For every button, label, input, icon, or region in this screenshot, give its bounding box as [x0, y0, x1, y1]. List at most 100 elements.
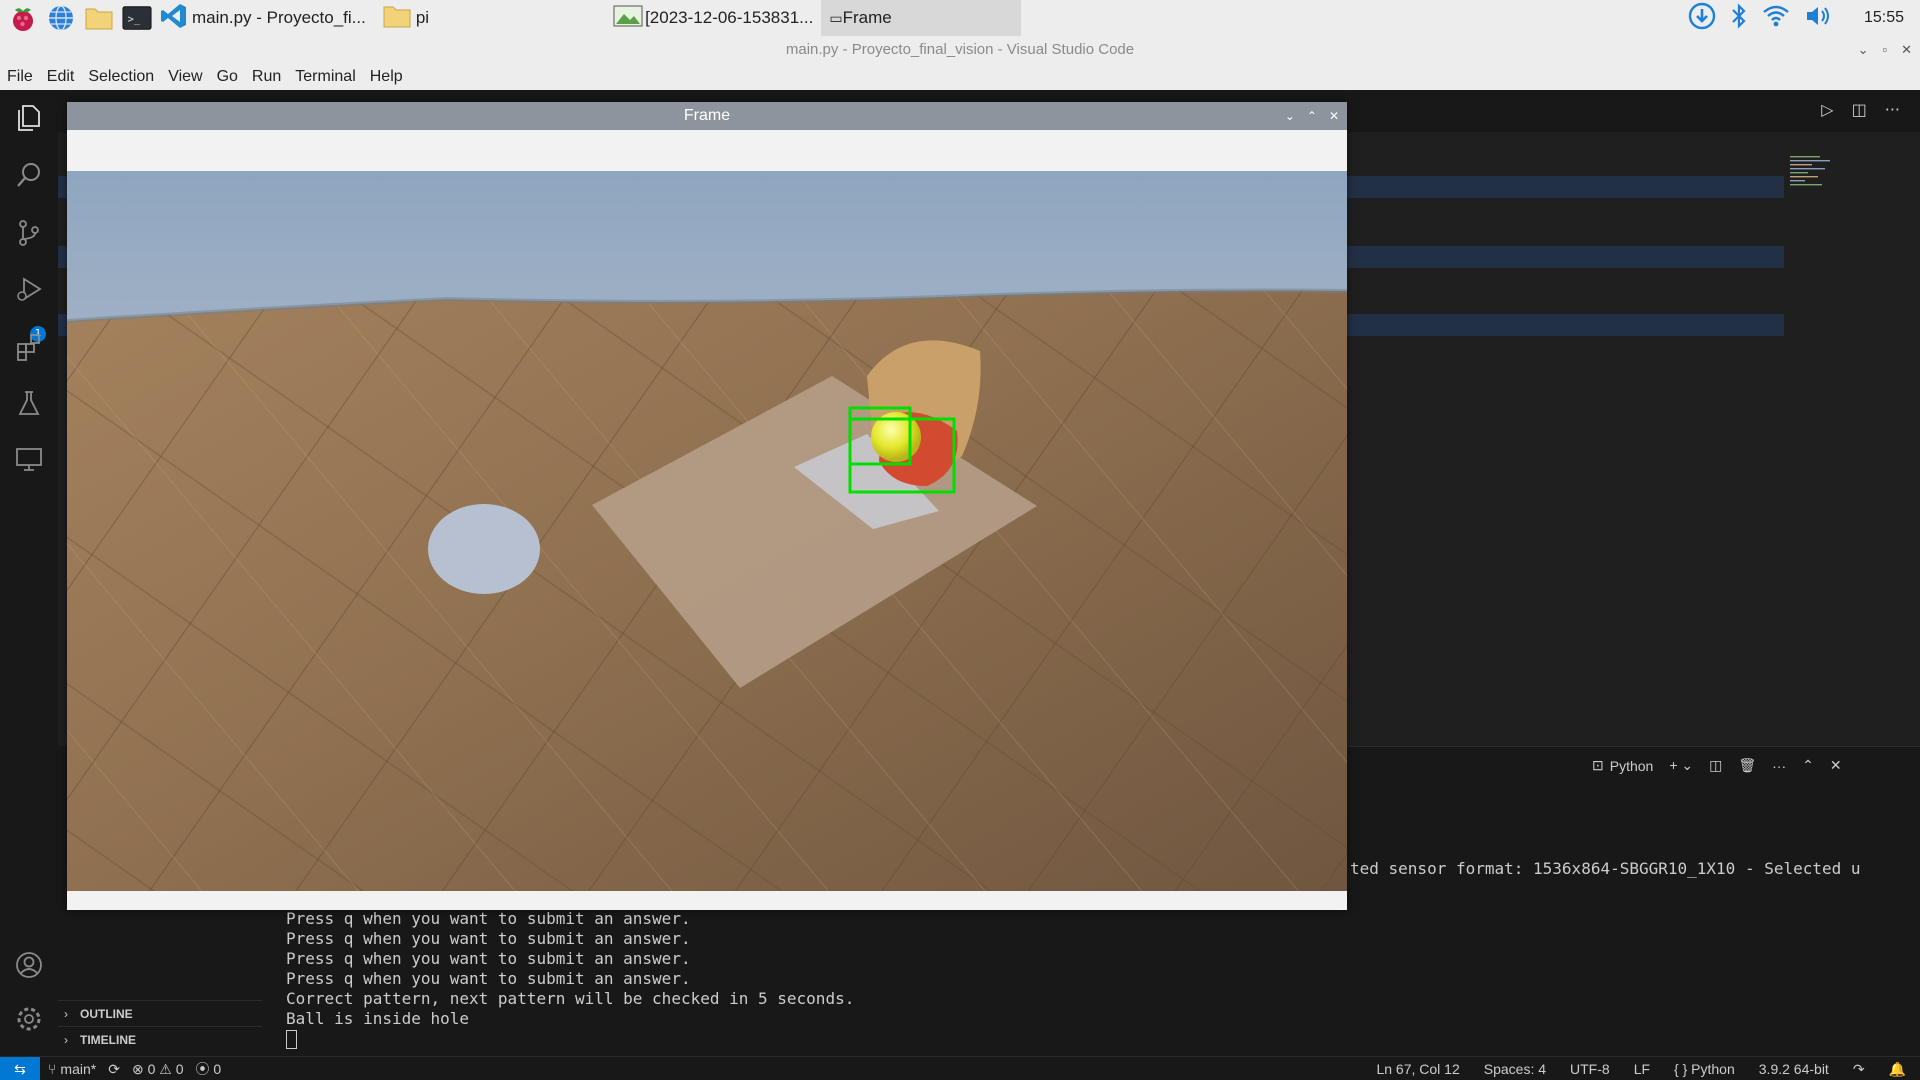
indentation[interactable]: Spaces: 4	[1484, 1061, 1546, 1077]
settings-gear-icon[interactable]	[14, 1004, 44, 1034]
menu-selection[interactable]: Selection	[81, 68, 161, 86]
terminal-line: Press q when you want to submit an answe…	[286, 909, 691, 928]
search-icon[interactable]	[14, 160, 44, 190]
taskbar: >_ main.py - Proyecto_fi... pi [2023-12-…	[0, 0, 1920, 36]
shell-label[interactable]: Python	[1610, 758, 1654, 774]
menu-go[interactable]: Go	[210, 68, 245, 86]
source-control-icon[interactable]	[14, 218, 44, 248]
errors-count: 0	[147, 1060, 156, 1077]
accounts-icon[interactable]	[14, 950, 44, 980]
browser-icon[interactable]	[46, 3, 76, 33]
braces-icon: { }	[1674, 1061, 1688, 1077]
task-folder[interactable]: pi	[374, 0, 437, 36]
minimap[interactable]	[1788, 154, 1898, 234]
terminal-line: Correct pattern, next pattern will be ch…	[286, 989, 855, 1008]
errors-indicator[interactable]: ⊗ 0 ⚠ 0	[132, 1061, 184, 1078]
terminal-line: Press q when you want to submit an answe…	[286, 929, 691, 948]
minimize-icon[interactable]: ⌄	[1858, 36, 1869, 64]
terminal-cursor	[286, 1030, 297, 1049]
terminal-shell-icon: ⊡	[1592, 757, 1604, 773]
task-image-viewer[interactable]: [2023-12-06-153831...	[605, 0, 821, 36]
split-editor-icon[interactable]: ◫	[1852, 100, 1867, 119]
warnings-count: 0	[175, 1060, 184, 1077]
task-frame[interactable]: ▭ Frame	[821, 0, 1022, 36]
terminal-line: Press q when you want to submit an answe…	[286, 969, 691, 988]
trash-icon[interactable]: 🗑	[1738, 757, 1756, 774]
wifi-icon[interactable]	[1762, 3, 1790, 34]
menu-file[interactable]: File	[0, 68, 40, 86]
task-label: main.py - Proyecto_fi...	[192, 8, 366, 27]
branch-name[interactable]: main*	[60, 1061, 96, 1077]
task-vscode[interactable]: main.py - Proyecto_fi...	[152, 0, 374, 36]
warning-icon: ⚠	[159, 1060, 172, 1077]
editor-scrollbar[interactable]	[1906, 154, 1920, 744]
run-debug-icon[interactable]	[14, 274, 44, 304]
menu-run[interactable]: Run	[245, 68, 288, 86]
system-tray: 15:55	[1688, 0, 1920, 36]
python-interpreter[interactable]: 3.9.2 64-bit	[1759, 1061, 1829, 1077]
split-terminal-icon[interactable]: ◫	[1709, 757, 1722, 774]
explorer-icon[interactable]	[14, 102, 44, 132]
task-label: [2023-12-06-153831...	[645, 8, 814, 27]
more-actions-icon[interactable]: ···	[1885, 100, 1900, 119]
menu-terminal[interactable]: Terminal	[288, 68, 362, 86]
minimize-icon[interactable]: ⌄	[1285, 102, 1295, 130]
language-mode[interactable]: { } Python	[1674, 1061, 1735, 1077]
menu-view[interactable]: View	[161, 68, 209, 86]
remote-explorer-icon[interactable]	[14, 444, 44, 474]
close-icon[interactable]: ✕	[1901, 36, 1912, 64]
timeline-label: TIMELINE	[80, 1033, 136, 1047]
notifications-bell-icon[interactable]: 🔔	[1889, 1061, 1906, 1078]
maximize-panel-icon[interactable]: ⌃	[1802, 757, 1814, 774]
window-icon: ▭	[829, 9, 843, 26]
terminal-output[interactable]: Press q when you want to submit an answe…	[286, 909, 854, 1049]
encoding[interactable]: UTF-8	[1570, 1061, 1610, 1077]
maximize-icon[interactable]: ▫	[1882, 36, 1887, 64]
feedback-icon[interactable]: ↷	[1853, 1061, 1865, 1078]
terminal-output-line: ted sensor format: 1536x864-SBGGR10_1X10…	[1350, 859, 1861, 878]
window-title: main.py - Proyecto_final_vision - Visual…	[785, 41, 1135, 58]
folder-icon	[382, 3, 412, 34]
frame-titlebar[interactable]: Frame ⌄ ⌃ ✕	[67, 102, 1347, 130]
task-label: pi	[415, 8, 430, 27]
run-icon[interactable]: ▷	[1821, 100, 1833, 119]
outline-section[interactable]: › OUTLINE	[58, 1000, 262, 1026]
cursor-position[interactable]: Ln 67, Col 12	[1376, 1061, 1459, 1077]
language-label: Python	[1691, 1061, 1735, 1077]
volume-icon[interactable]	[1804, 3, 1832, 34]
timeline-section[interactable]: › TIMELINE	[58, 1026, 262, 1052]
maximize-icon[interactable]: ⌃	[1307, 102, 1317, 130]
ports-count: 0	[213, 1061, 222, 1077]
frame-window: Frame ⌄ ⌃ ✕	[67, 102, 1347, 910]
chevron-right-icon: ›	[64, 1007, 68, 1021]
vscode-icon	[160, 2, 188, 35]
menu-edit[interactable]: Edit	[40, 68, 82, 86]
close-icon[interactable]: ✕	[1329, 102, 1339, 130]
close-panel-icon[interactable]: ✕	[1830, 757, 1842, 774]
line-ending[interactable]: LF	[1634, 1061, 1650, 1077]
menu-help[interactable]: Help	[363, 68, 410, 86]
task-label: Frame	[842, 8, 892, 27]
raspberry-menu-icon[interactable]	[8, 3, 38, 33]
activity-bar: 1	[0, 90, 58, 1056]
sync-icon[interactable]: ⟳	[108, 1061, 120, 1078]
update-icon[interactable]	[1688, 2, 1716, 35]
clock[interactable]: 15:55	[1864, 9, 1904, 27]
status-bar: ⇆ ⑂ main* ⟳ ⊗ 0 ⚠ 0 ⦿ 0 Ln 67, Col 12 Sp…	[0, 1056, 1920, 1080]
add-terminal-icon[interactable]: + ⌄	[1669, 757, 1693, 774]
frame-title: Frame	[683, 107, 731, 124]
svg-text:>_: >_	[128, 14, 141, 26]
testing-flask-icon[interactable]	[14, 388, 44, 418]
terminal-line: Ball is inside hole	[286, 1009, 470, 1028]
terminal-line: Press q when you want to submit an answe…	[286, 949, 691, 968]
broadcast-icon: ⦿	[195, 1061, 210, 1077]
camera-frame	[67, 171, 1347, 891]
extensions-icon[interactable]	[14, 332, 44, 362]
bluetooth-icon[interactable]	[1730, 2, 1748, 35]
ports-indicator[interactable]: ⦿ 0	[196, 1059, 222, 1079]
remote-indicator-icon[interactable]: ⇆	[0, 1057, 40, 1080]
error-icon: ⊗	[131, 1060, 144, 1077]
terminal-icon[interactable]: >_	[122, 3, 152, 33]
file-manager-icon[interactable]	[84, 3, 114, 33]
more-icon[interactable]: ···	[1772, 758, 1786, 774]
